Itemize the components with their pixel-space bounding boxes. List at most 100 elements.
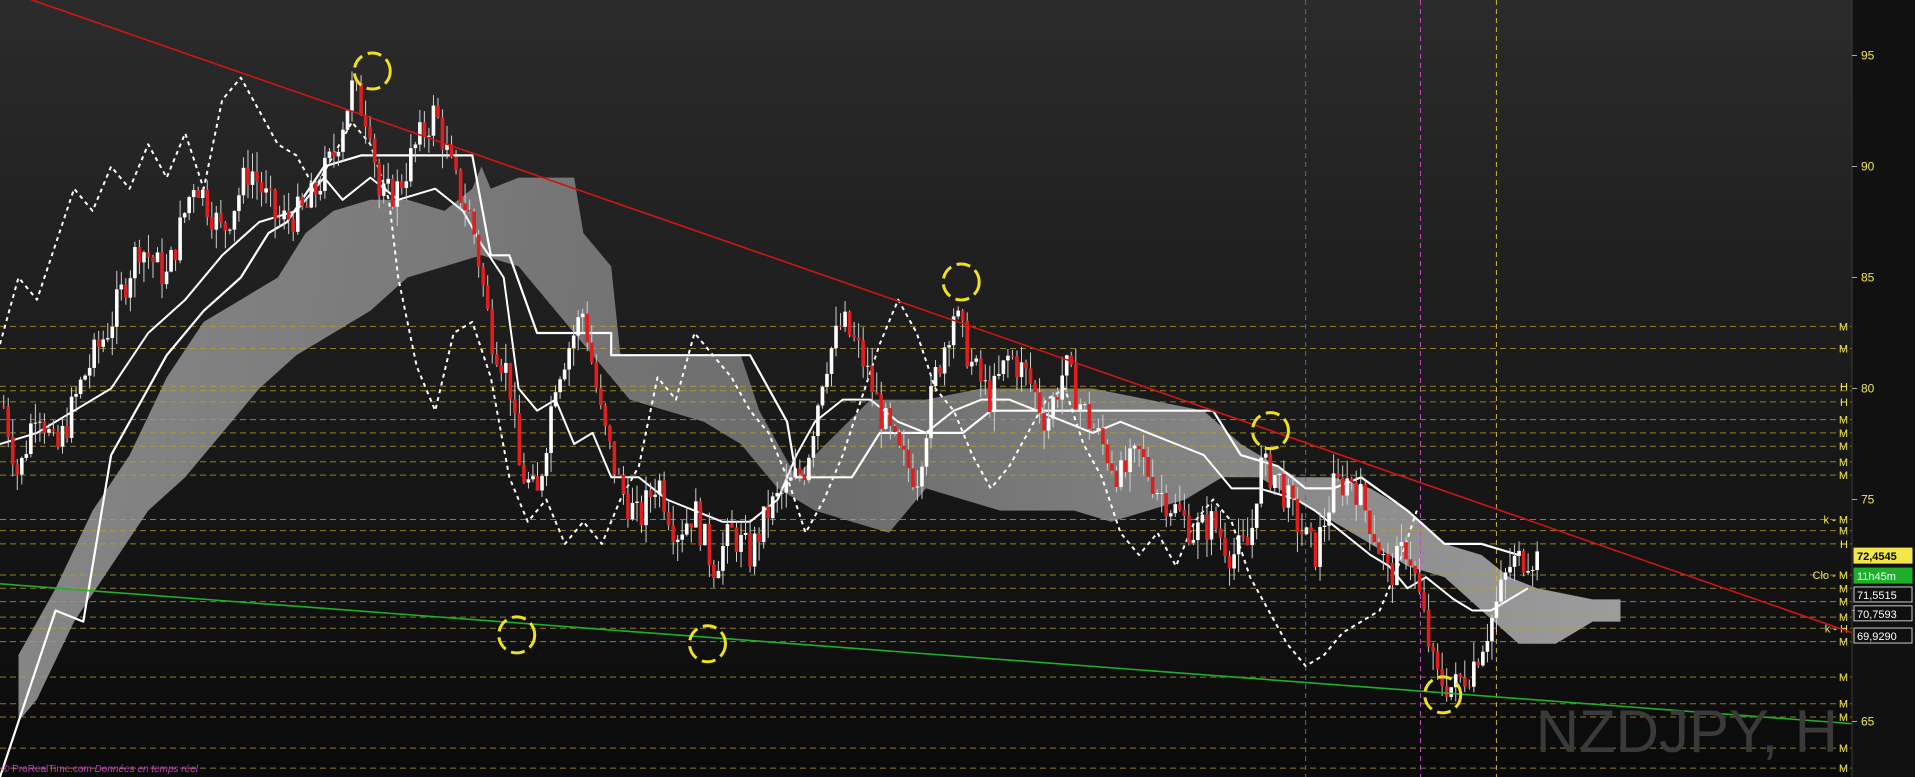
footer: © ProRealTime.com Données en temps réel	[2, 764, 198, 775]
candle-body	[1322, 525, 1327, 528]
level-label-1: M	[1839, 344, 1848, 356]
candle-body	[1168, 513, 1173, 517]
candle-body	[739, 534, 743, 552]
candle-body	[1277, 473, 1282, 476]
candle-body	[191, 189, 196, 198]
candle-body	[852, 334, 856, 338]
level-label-7: M	[1839, 441, 1848, 453]
candle-body	[680, 534, 685, 540]
candle-body	[793, 468, 798, 478]
candle	[1304, 526, 1309, 535]
candle-body	[535, 476, 540, 491]
candle-body	[1309, 527, 1313, 533]
candle-body	[1349, 478, 1354, 483]
candle-body	[1327, 512, 1331, 526]
candle-body	[1178, 504, 1182, 511]
candle-body	[721, 546, 725, 571]
candle-body	[1472, 661, 1476, 687]
candle-body	[1481, 651, 1485, 666]
candle-body	[1083, 404, 1087, 406]
candle-body	[608, 426, 612, 442]
candle	[390, 174, 395, 210]
candle-body	[499, 364, 504, 373]
candle-body	[146, 252, 151, 258]
candle-body	[1019, 362, 1024, 378]
candle-body	[309, 183, 314, 208]
level-label-23: M	[1839, 763, 1848, 775]
candle-body	[386, 178, 390, 184]
candle-body	[332, 151, 336, 157]
candle-body	[155, 252, 160, 263]
candle-body	[345, 110, 350, 130]
candle-body	[1363, 483, 1368, 511]
candle-body	[504, 362, 508, 373]
candle-body	[1060, 375, 1064, 400]
candle-body	[114, 289, 119, 327]
candle-body	[1254, 503, 1259, 528]
candle-body	[1232, 554, 1236, 569]
candle-body	[1381, 553, 1386, 555]
candle-body	[974, 358, 979, 362]
candle-body	[431, 105, 436, 136]
candle-body	[662, 480, 666, 512]
candle-body	[1101, 428, 1105, 445]
candle-body	[237, 195, 241, 211]
price-chart[interactable]: MMHHMMMMMk - MMHClo - MMMMk - HMMMMMM 65…	[0, 0, 1915, 777]
candle-body	[137, 247, 142, 263]
candle-body	[549, 406, 553, 454]
candle-body	[816, 405, 820, 437]
level-label-0: M	[1839, 321, 1848, 333]
candle-body	[187, 197, 191, 214]
candle-body	[214, 212, 219, 230]
candle-body	[969, 361, 974, 367]
candle-body	[1037, 392, 1042, 413]
candle-body	[639, 501, 644, 526]
candle-body	[372, 138, 377, 164]
candle-body	[630, 502, 635, 520]
candle-body	[874, 391, 879, 395]
candle-body	[241, 167, 246, 196]
candle-body	[657, 480, 662, 495]
price-label-4: 69,9290	[1857, 631, 1897, 643]
candle-body	[232, 210, 237, 230]
candle-body	[1300, 532, 1304, 535]
candle-body	[33, 422, 38, 424]
candle	[847, 310, 852, 338]
candle-body	[399, 181, 404, 189]
candle-body	[300, 196, 305, 206]
candle-body	[404, 181, 409, 189]
candle-body	[160, 252, 164, 285]
candle-body	[101, 339, 106, 347]
candle-body	[1304, 527, 1309, 535]
candle-body	[133, 247, 137, 279]
chart-container[interactable]: MMHHMMMMMk - M M H Clo - MMMMk - HMMMMMM 65…	[0, 0, 1915, 777]
candle-body	[1132, 445, 1137, 449]
candle-body	[775, 493, 780, 497]
candle-body	[65, 425, 69, 438]
candle-body	[540, 476, 544, 491]
candle-body	[684, 523, 689, 535]
candle-body	[553, 392, 558, 407]
candle-body	[1164, 492, 1169, 517]
candle-body	[978, 358, 983, 382]
candle-body	[458, 169, 463, 204]
candle-body	[1467, 686, 1472, 688]
candle-body	[1182, 510, 1187, 516]
candle-body	[784, 480, 789, 493]
candle-body	[1227, 556, 1232, 569]
y-tick-label-4: 85	[1861, 271, 1875, 285]
candle-body	[173, 249, 178, 261]
candle-body	[259, 181, 264, 193]
candle-body	[209, 217, 214, 230]
candle-body	[1010, 355, 1015, 357]
candle-body	[567, 348, 571, 370]
candle-body	[522, 465, 526, 483]
candle-body	[1372, 534, 1377, 543]
candle-body	[1508, 566, 1512, 573]
candle-body	[178, 217, 182, 261]
candle-body	[1282, 473, 1286, 508]
candle-body	[599, 388, 603, 406]
candle-body	[1155, 493, 1159, 495]
candle-body	[1395, 545, 1399, 586]
candle-body	[83, 375, 87, 380]
